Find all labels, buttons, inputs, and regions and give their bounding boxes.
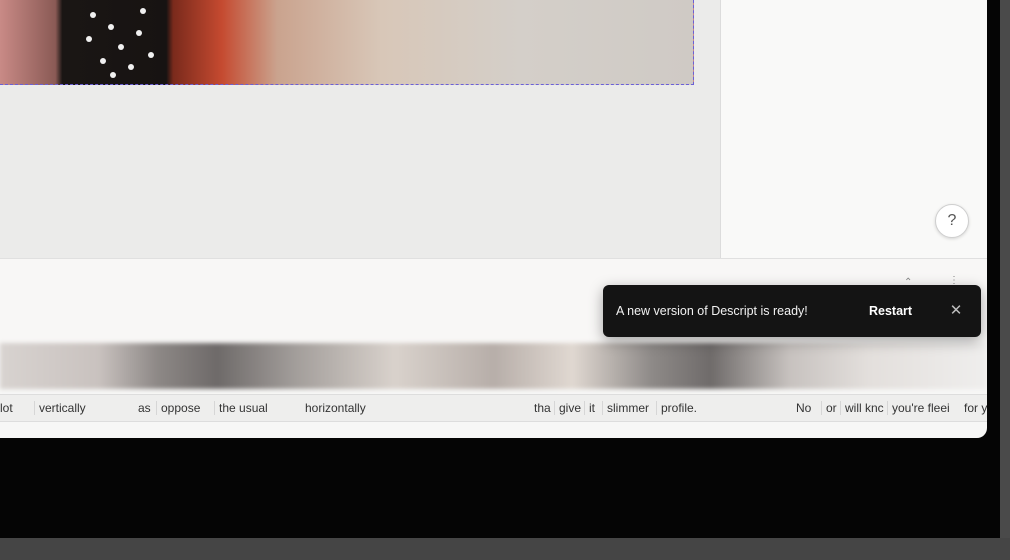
video-canvas (0, 0, 721, 258)
video-pattern (78, 0, 168, 84)
transcript-word[interactable]: lot (0, 401, 20, 415)
transcript-word[interactable]: it (584, 401, 603, 415)
monitor-edge-bottom (0, 538, 1010, 560)
transcript-word[interactable]: vertically (34, 401, 129, 415)
restart-button[interactable]: Restart (861, 298, 920, 324)
transcript-word[interactable]: horizontally (305, 401, 425, 415)
toast-message: A new version of Descript is ready! (616, 304, 808, 318)
help-button[interactable]: ? (935, 204, 969, 238)
update-toast: A new version of Descript is ready! Rest… (603, 285, 981, 337)
transcript-word[interactable]: profile. (656, 401, 741, 415)
transcript-word[interactable]: give (554, 401, 585, 415)
transcript-word-track: lot vertically as oppose the usual horiz… (0, 394, 987, 422)
descript-app-window: ⌃ ⋮ lot vertically as oppose the usual h… (0, 0, 987, 438)
monitor-edge-right (1000, 0, 1010, 560)
transcript-word[interactable]: will knc (840, 401, 891, 415)
transcript-word[interactable]: the usual (214, 401, 299, 415)
transcript-word[interactable]: No (796, 401, 816, 415)
close-icon[interactable]: ✕ (943, 298, 969, 324)
transcript-word[interactable]: you're fleei (887, 401, 962, 415)
transcript-word[interactable]: oppose (156, 401, 211, 415)
timeline-thumbnail-strip[interactable] (0, 343, 987, 389)
help-icon: ? (947, 212, 957, 229)
transcript-word[interactable]: as (138, 401, 154, 415)
transcript-word[interactable]: for y (964, 401, 987, 415)
video-preview-frame[interactable] (0, 0, 694, 85)
transcript-word[interactable]: tha (534, 401, 551, 415)
transcript-word[interactable]: slimmer (602, 401, 657, 415)
transcript-word[interactable]: or (821, 401, 840, 415)
